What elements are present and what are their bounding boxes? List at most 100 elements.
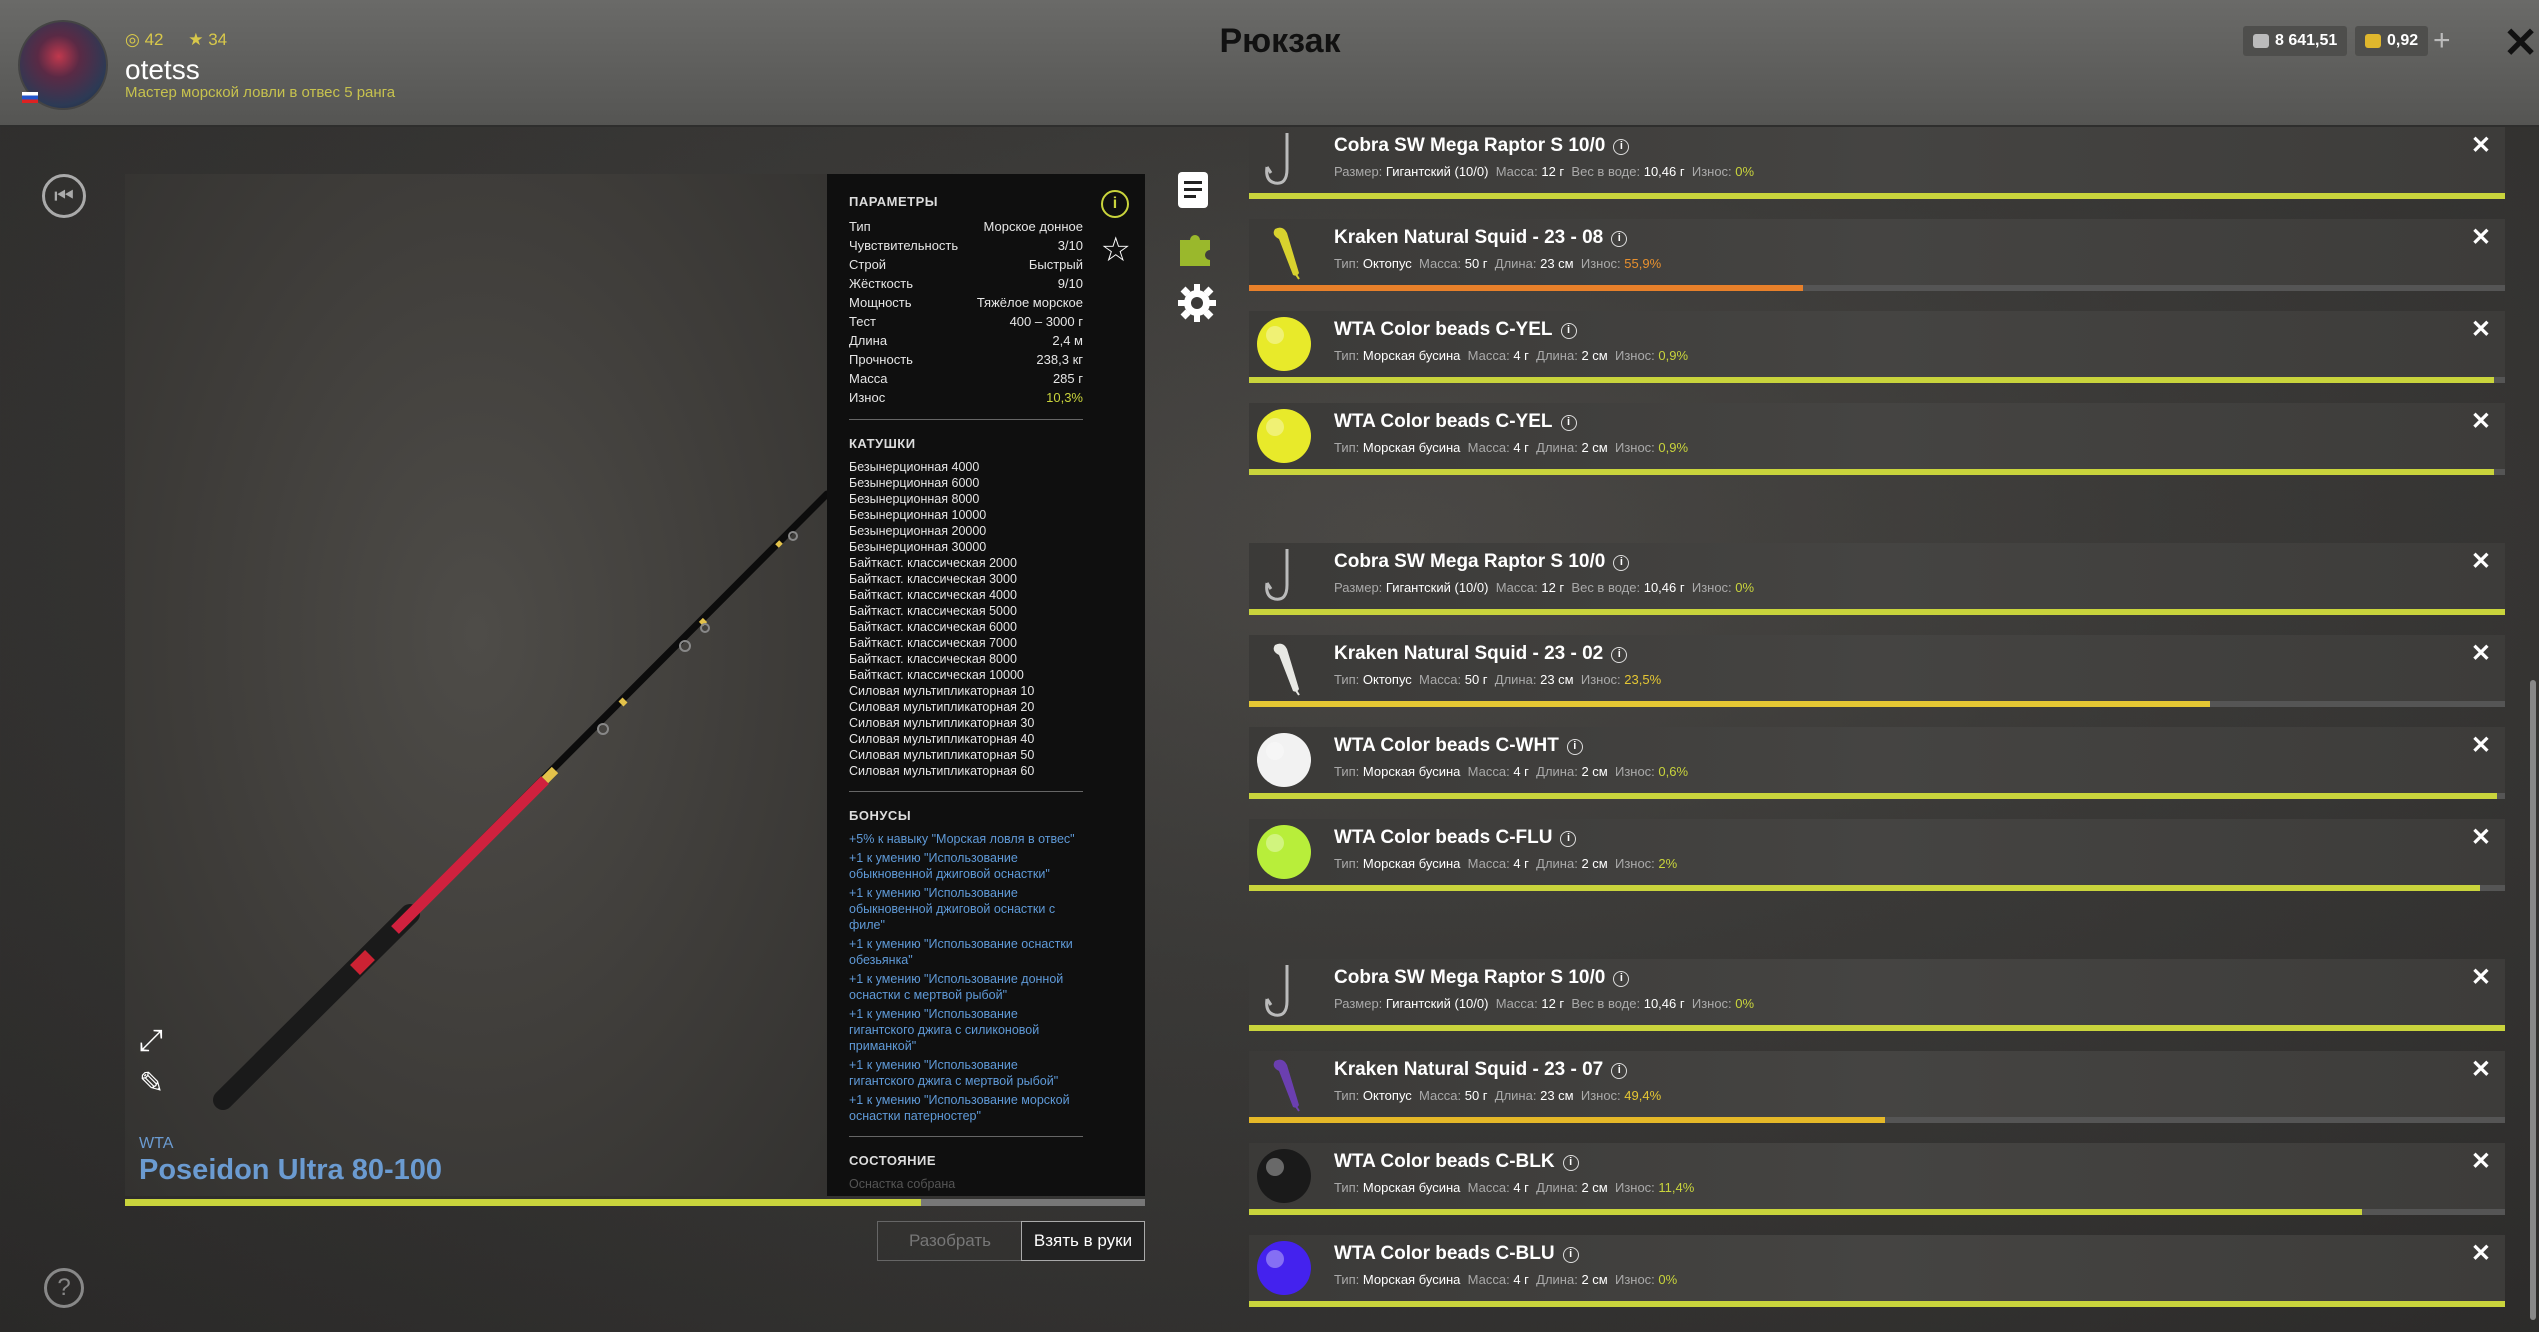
label-water-weight: Вес в воде: [1571, 580, 1641, 595]
backpack-item[interactable]: WTA Color beads C-YEL i Тип: Морская бусин… [1249, 403, 2505, 480]
bonus-item: +5% к навыку "Морская ловля в отвес" [849, 832, 1075, 846]
backpack-item[interactable]: Kraken Natural Squid - 23 - 08 i Тип: Окто… [1249, 219, 2505, 296]
label-type: Тип: [1334, 348, 1360, 363]
backpack-item[interactable]: WTA Color beads C-FLU i Тип: Морская бусин… [1249, 819, 2505, 896]
reel-item: Безынерционная 4000 [849, 460, 980, 474]
label-mass: Масса: [1467, 764, 1510, 779]
edit-icon[interactable]: ✎ [139, 1066, 164, 1101]
item-name: Cobra SW Mega Raptor S 10/0 i [1334, 967, 1630, 989]
reels-list: Безынерционная 4000 Безынерционная 6000 Бе… [849, 459, 1123, 779]
item-wear: 0% [1735, 164, 1755, 179]
item-info-icon[interactable]: i [1613, 971, 1630, 987]
scrollbar[interactable] [2530, 680, 2536, 1320]
item-info-icon[interactable]: i [1562, 1155, 1579, 1171]
info-icon[interactable]: i [1101, 190, 1129, 218]
remove-item-icon[interactable]: ✕ [2471, 223, 2491, 252]
remove-item-icon[interactable]: ✕ [2471, 639, 2491, 668]
item-wear: 2% [1658, 856, 1678, 871]
add-currency-button[interactable]: + [2433, 24, 2451, 58]
bead-icon [1253, 1237, 1315, 1299]
param-value: Морское донное [983, 219, 1083, 234]
remove-item-icon[interactable]: ✕ [2471, 1055, 2491, 1084]
item-wear: 11,4% [1658, 1180, 1695, 1195]
item-type: Морская бусина [1362, 1180, 1461, 1195]
item-info-icon[interactable]: i [1611, 647, 1628, 663]
label-type: Тип: [1334, 256, 1360, 271]
reel-item: Безынерционная 10000 [849, 508, 987, 522]
backpack-item[interactable]: WTA Color beads C-BLK i Тип: Морская бусин… [1249, 1143, 2505, 1220]
item-info-icon[interactable]: i [1566, 739, 1583, 755]
bonuses-title: БОНУСЫ [849, 808, 912, 823]
reel-item: Силовая мультипликаторная 10 [849, 684, 1035, 698]
label-type: Тип: [1334, 672, 1360, 687]
backpack-item[interactable]: Cobra SW Mega Raptor S 10/0 i Размер: Гига… [1249, 959, 2505, 1036]
remove-item-icon[interactable]: ✕ [2471, 1239, 2491, 1268]
item-wear-fill [1249, 1117, 1885, 1123]
param-row: Масса 285 г [849, 369, 1083, 388]
backpack-item[interactable]: WTA Color beads C-YEL i Тип: Морская бусин… [1249, 311, 2505, 388]
item-length: 2 см [1581, 1180, 1608, 1195]
item-mass: 4 г [1513, 348, 1529, 363]
param-key: Прочность [849, 352, 913, 367]
item-wear-fill [1249, 793, 2498, 799]
item-info-icon[interactable]: i [1562, 1247, 1579, 1263]
item-mass: 12 г [1541, 580, 1565, 595]
backpack-item[interactable]: WTA Color beads C-BLU i Тип: Морская бусин… [1249, 1235, 2505, 1312]
item-info-icon[interactable]: i [1560, 323, 1577, 339]
gear-icon[interactable] [1176, 282, 1218, 333]
item-info-icon[interactable]: i [1560, 831, 1577, 847]
remove-item-icon[interactable]: ✕ [2471, 407, 2491, 436]
disassemble-button[interactable]: Разобрать [877, 1221, 1023, 1261]
remove-item-icon[interactable]: ✕ [2471, 731, 2491, 760]
backpack-item[interactable]: Kraken Natural Squid - 23 - 07 i Тип: Окто… [1249, 1051, 2505, 1128]
item-info-icon[interactable]: i [1613, 555, 1630, 571]
label-length: Длина: [1536, 764, 1578, 779]
expand-icon[interactable]: ⤢ [139, 1024, 163, 1058]
rod-wear-fill [125, 1199, 921, 1206]
param-key: Строй [849, 257, 887, 272]
label-wear: Износ: [1580, 672, 1621, 687]
help-button[interactable]: ? [44, 1268, 84, 1308]
item-info-icon[interactable]: i [1613, 139, 1630, 155]
item-info-icon[interactable]: i [1560, 415, 1577, 431]
item-name: Kraken Natural Squid - 23 - 08 i [1334, 227, 1628, 249]
item-type: Морская бусина [1362, 348, 1461, 363]
take-in-hands-button[interactable]: Взять в руки [1021, 1221, 1145, 1261]
item-size: Гигантский (10/0) [1385, 580, 1489, 595]
reel-item: Силовая мультипликаторная 60 [849, 764, 1035, 778]
item-wear-bar [1249, 285, 2505, 291]
item-wear: 0,9% [1658, 348, 1689, 363]
remove-item-icon[interactable]: ✕ [2471, 963, 2491, 992]
hook-icon [1253, 545, 1315, 607]
item-info-icon[interactable]: i [1611, 1063, 1628, 1079]
hook-icon [1253, 961, 1315, 1023]
document-icon[interactable] [1176, 170, 1210, 219]
remove-item-icon[interactable]: ✕ [2471, 823, 2491, 852]
item-size: Гигантский (10/0) [1385, 164, 1489, 179]
puzzle-icon[interactable] [1176, 226, 1216, 277]
divider [849, 419, 1083, 420]
remove-item-icon[interactable]: ✕ [2471, 1147, 2491, 1176]
favorite-star-icon[interactable]: ☆ [1101, 230, 1131, 270]
item-wear-fill [1249, 885, 2480, 891]
item-wear: 0% [1735, 996, 1755, 1011]
backpack-item[interactable]: Kraken Natural Squid - 23 - 02 i Тип: Окто… [1249, 635, 2505, 712]
label-mass: Масса: [1467, 856, 1510, 871]
bead-icon [1253, 405, 1315, 467]
backpack-item[interactable]: Cobra SW Mega Raptor S 10/0 i Размер: Гига… [1249, 543, 2505, 620]
item-name-text: WTA Color beads C-YEL [1334, 319, 1553, 340]
label-wear: Износ: [1614, 1272, 1655, 1287]
remove-item-icon[interactable]: ✕ [2471, 131, 2491, 160]
backpack-item[interactable]: Cobra SW Mega Raptor S 10/0 i Размер: Гига… [1249, 127, 2505, 204]
russia-flag-icon [22, 92, 38, 103]
param-value: 9/10 [1057, 276, 1083, 291]
item-name: Kraken Natural Squid - 23 - 02 i [1334, 643, 1628, 665]
reel-item: Безынерционная 20000 [849, 524, 987, 538]
item-info-icon[interactable]: i [1611, 231, 1628, 247]
backpack-item[interactable]: WTA Color beads C-WHT i Тип: Морская бусин… [1249, 727, 2505, 804]
close-icon[interactable]: ✕ [2503, 18, 2538, 67]
reel-item: Силовая мультипликаторная 50 [849, 748, 1035, 762]
remove-item-icon[interactable]: ✕ [2471, 315, 2491, 344]
remove-item-icon[interactable]: ✕ [2471, 547, 2491, 576]
back-button[interactable]: ⏮ [42, 174, 86, 218]
